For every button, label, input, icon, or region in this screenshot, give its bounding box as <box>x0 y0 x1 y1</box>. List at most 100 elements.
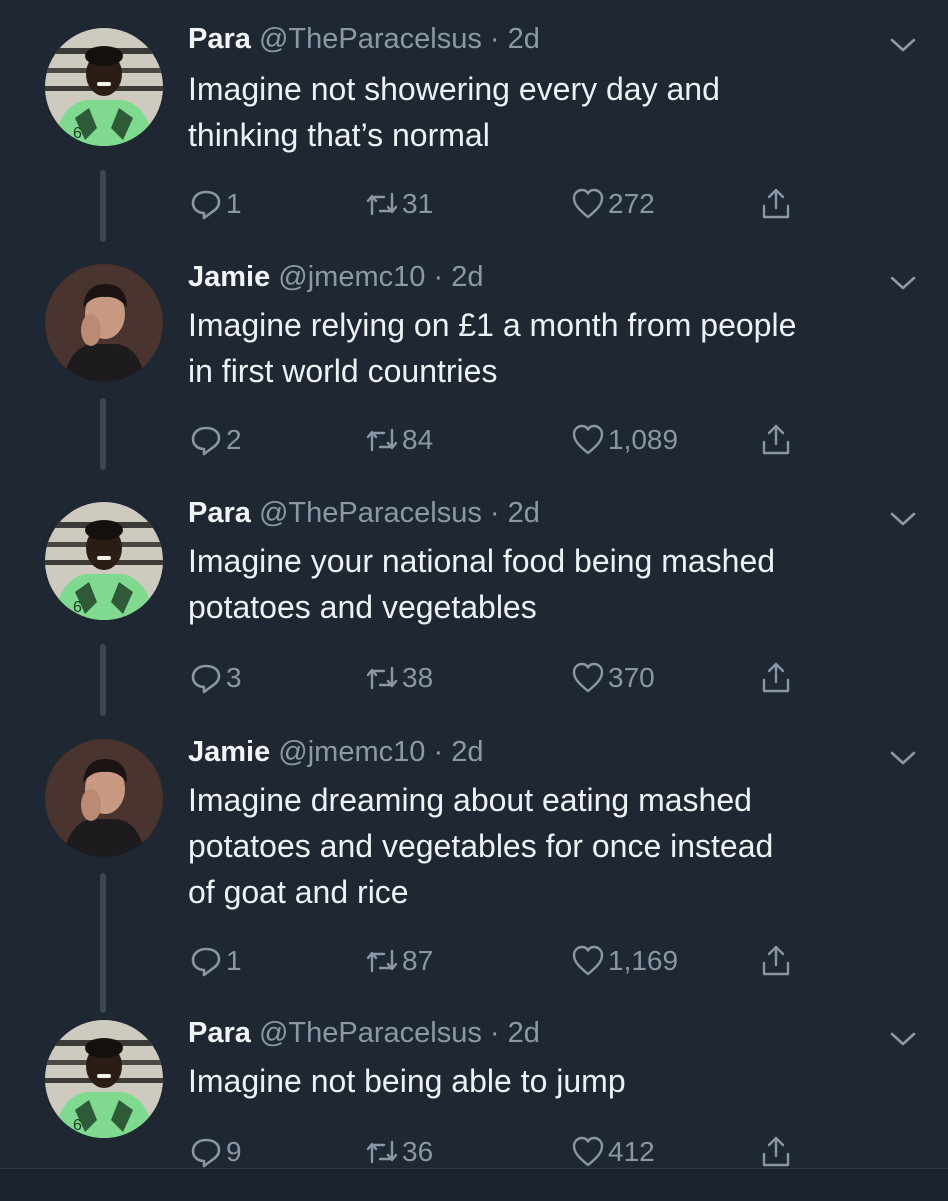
reply-icon <box>191 947 221 977</box>
reply-composer-bar[interactable] <box>0 1168 948 1201</box>
tweet-header: Jamie @jmemc10 · 2d <box>188 260 483 294</box>
like-count: 1,089 <box>608 424 679 455</box>
tweet-text-line: Imagine dreaming about eating mashed <box>188 782 752 818</box>
reply-count: 1 <box>226 945 242 976</box>
display-name[interactable]: Para <box>188 497 251 529</box>
like-button[interactable]: 1,169 <box>570 941 678 981</box>
tweet-text-line: Imagine relying on £1 a month from peopl… <box>188 307 797 343</box>
like-count: 272 <box>608 188 655 219</box>
timestamp[interactable]: 2d <box>451 261 483 293</box>
tweet-text-line: Imagine not showering every day and <box>188 71 720 107</box>
tweet-text: Imagine not being able to jump <box>188 1058 918 1104</box>
timestamp[interactable]: 2d <box>508 23 540 55</box>
username[interactable]: @jmemc10 <box>278 736 425 768</box>
para-avatar-image: 6 <box>45 1020 163 1138</box>
thread-connector <box>100 398 106 470</box>
timestamp[interactable]: 2d <box>451 736 483 768</box>
tweet-text-line: in first world countries <box>188 353 498 389</box>
jamie-avatar-image <box>45 264 163 382</box>
like-button[interactable]: 1,089 <box>570 420 678 460</box>
retweet-button[interactable]: 38 <box>364 658 433 698</box>
separator: · <box>489 1017 500 1049</box>
share-button[interactable] <box>758 1132 796 1172</box>
tweet-text-line: Imagine your national food being mashed <box>188 543 776 579</box>
separator: · <box>433 261 444 293</box>
thread-connector <box>100 170 106 242</box>
avatar[interactable]: 6 <box>45 502 163 620</box>
tweet-text-line: of goat and rice <box>188 874 409 910</box>
chevron-down-icon[interactable] <box>884 1020 922 1058</box>
retweet-icon <box>366 949 398 973</box>
share-button[interactable] <box>758 420 796 460</box>
chevron-down-icon[interactable] <box>884 264 922 302</box>
like-button[interactable]: 370 <box>570 658 655 698</box>
reply-icon <box>191 1138 221 1168</box>
retweet-icon <box>366 666 398 690</box>
reply-icon <box>191 426 221 456</box>
timestamp[interactable]: 2d <box>508 497 540 529</box>
display-name[interactable]: Jamie <box>188 261 270 293</box>
username[interactable]: @TheParacelsus <box>259 497 482 529</box>
reply-icon <box>191 190 221 220</box>
avatar[interactable] <box>45 264 163 382</box>
reply-button[interactable]: 3 <box>188 658 242 698</box>
tweet-actions: 1 87 1,169 <box>188 941 828 981</box>
heart-icon <box>572 188 604 219</box>
retweet-count: 38 <box>402 662 434 693</box>
like-button[interactable]: 272 <box>570 184 655 224</box>
tweet-header: Para @TheParacelsus · 2d <box>188 496 540 530</box>
retweet-button[interactable]: 87 <box>364 941 433 981</box>
separator: · <box>489 23 500 55</box>
like-button[interactable]: 412 <box>570 1132 655 1172</box>
reply-count: 2 <box>226 424 242 455</box>
para-avatar-image: 6 <box>45 502 163 620</box>
share-button[interactable] <box>758 941 796 981</box>
thread-connector <box>100 644 106 716</box>
reply-count: 9 <box>226 1136 242 1167</box>
reply-button[interactable]: 1 <box>188 941 242 981</box>
chevron-down-icon[interactable] <box>884 26 922 64</box>
timestamp[interactable]: 2d <box>508 1017 540 1049</box>
retweet-button[interactable]: 84 <box>364 420 433 460</box>
avatar[interactable] <box>45 739 163 857</box>
avatar[interactable]: 6 <box>45 28 163 146</box>
reply-count: 1 <box>226 188 242 219</box>
tweet-actions: 1 31 272 <box>188 184 828 224</box>
separator: · <box>489 497 500 529</box>
reply-button[interactable]: 2 <box>188 420 242 460</box>
heart-icon <box>572 945 604 976</box>
svg-text:6: 6 <box>73 1117 82 1134</box>
username[interactable]: @jmemc10 <box>278 261 425 293</box>
display-name[interactable]: Para <box>188 23 251 55</box>
avatar[interactable]: 6 <box>45 1020 163 1138</box>
tweet-header: Para @TheParacelsus · 2d <box>188 1016 540 1050</box>
retweet-button[interactable]: 31 <box>364 184 433 224</box>
reply-button[interactable]: 9 <box>188 1132 242 1172</box>
share-icon <box>762 945 790 976</box>
tweet-text: Imagine your national food being mashed … <box>188 538 918 630</box>
chevron-down-icon[interactable] <box>884 739 922 777</box>
reply-button[interactable]: 1 <box>188 184 242 224</box>
tweet-header: Para @TheParacelsus · 2d <box>188 22 540 56</box>
share-button[interactable] <box>758 184 796 224</box>
chevron-down-icon[interactable] <box>884 500 922 538</box>
username[interactable]: @TheParacelsus <box>259 23 482 55</box>
svg-text:6: 6 <box>73 125 82 142</box>
heart-icon <box>572 1136 604 1167</box>
retweet-icon <box>366 428 398 452</box>
tweet-text: Imagine relying on £1 a month from peopl… <box>188 302 918 394</box>
thread-connector <box>100 873 106 1013</box>
heart-icon <box>572 662 604 693</box>
display-name[interactable]: Para <box>188 1017 251 1049</box>
username[interactable]: @TheParacelsus <box>259 1017 482 1049</box>
jamie-avatar-image <box>45 739 163 857</box>
like-count: 1,169 <box>608 945 679 976</box>
tweet-text: Imagine not showering every day and thin… <box>188 66 918 158</box>
retweet-icon <box>366 192 398 216</box>
display-name[interactable]: Jamie <box>188 736 270 768</box>
share-button[interactable] <box>758 658 796 698</box>
tweet-text-line: potatoes and vegetables for once instead <box>188 828 774 864</box>
retweet-button[interactable]: 36 <box>364 1132 433 1172</box>
share-icon <box>762 1136 790 1167</box>
tweet-header: Jamie @jmemc10 · 2d <box>188 735 483 769</box>
